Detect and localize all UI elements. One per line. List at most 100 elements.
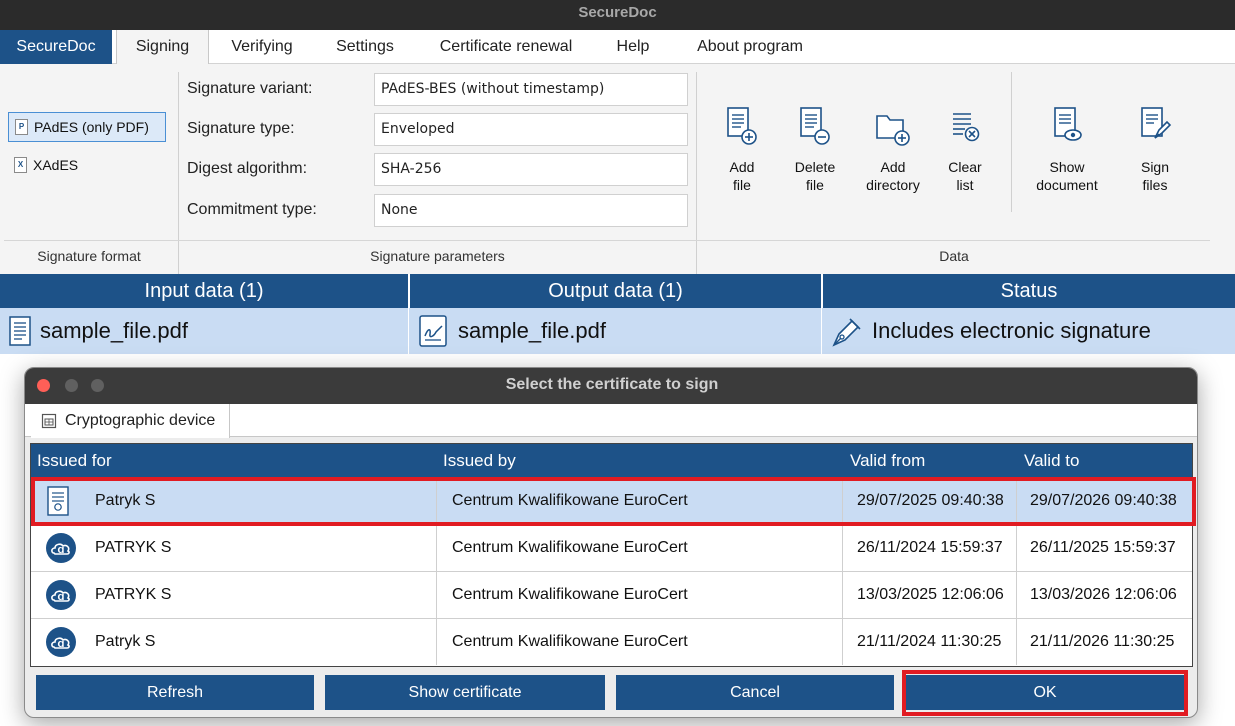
column-divider: [436, 478, 437, 524]
tab-cryptographic-device[interactable]: Cryptographic device: [31, 404, 231, 438]
commitment-type-field[interactable]: None: [374, 194, 688, 227]
ribbon-divider: [4, 240, 1210, 241]
ok-button[interactable]: OK: [906, 675, 1184, 710]
commitment-type-label: Commitment type:: [187, 201, 317, 218]
column-divider: [1016, 572, 1017, 618]
certificate-table: Issued for Issued by Valid from Valid to…: [30, 443, 1196, 667]
certificate-row[interactable]: Ɑ PATRYK S Centrum Kwalifikowane EuroCer…: [31, 524, 1192, 571]
signature-format-group-label: Signature format: [37, 248, 141, 264]
certificate-row[interactable]: Ɑ PATRYK S Centrum Kwalifikowane EuroCer…: [31, 571, 1192, 618]
show-certificate-button[interactable]: Show certificate: [325, 675, 605, 710]
input-file-name: sample_file.pdf: [40, 318, 188, 343]
svg-text:Ɑ: Ɑ: [58, 546, 65, 555]
add-file-button[interactable]: Add file: [718, 104, 766, 194]
valid-from-header[interactable]: Valid from: [850, 444, 925, 477]
input-data-header[interactable]: Input data (1): [0, 274, 408, 308]
signature-type-field[interactable]: Enveloped: [374, 113, 688, 146]
document-icon: [9, 316, 31, 346]
valid-from-cell: 26/11/2024 15:59:37: [857, 539, 1003, 556]
cloud-certificate-icon: Ɑ: [46, 580, 76, 610]
issued-by-header[interactable]: Issued by: [443, 444, 516, 477]
xades-format-button[interactable]: X XAdES: [8, 150, 166, 180]
cancel-button[interactable]: Cancel: [616, 675, 894, 710]
delete-file-label-1: Delete: [794, 159, 836, 175]
tab-securedoc[interactable]: SecureDoc: [0, 30, 112, 64]
tab-about-program[interactable]: About program: [680, 30, 820, 64]
tab-verifying[interactable]: Verifying: [214, 30, 310, 64]
svg-text:Ɑ: Ɑ: [58, 640, 65, 649]
dialog-titlebar: Select the certificate to sign: [25, 368, 1197, 404]
tab-label: Cryptographic device: [65, 412, 216, 429]
certificate-dialog: Select the certificate to sign Cryptogra…: [24, 367, 1198, 718]
show-document-button[interactable]: Show document: [1030, 104, 1104, 194]
certificate-row[interactable]: Patryk S Centrum Kwalifikowane EuroCert …: [31, 477, 1192, 524]
column-divider: [1016, 619, 1017, 665]
tab-signing[interactable]: Signing: [116, 30, 209, 65]
close-window-icon[interactable]: [37, 379, 50, 392]
digest-algorithm-field[interactable]: SHA-256: [374, 153, 688, 186]
issued-for-cell: PATRYK S: [95, 539, 172, 556]
add-file-icon: [727, 107, 757, 145]
add-file-label-1: Add: [729, 159, 755, 175]
issued-for-cell: Patryk S: [95, 633, 156, 650]
window-title: SecureDoc: [578, 4, 657, 21]
tab-settings[interactable]: Settings: [320, 30, 410, 64]
valid-to-header[interactable]: Valid to: [1024, 444, 1079, 477]
output-file-cell: sample_file.pdf: [418, 308, 606, 354]
xml-file-icon: X: [14, 157, 27, 173]
refresh-button[interactable]: Refresh: [36, 675, 314, 710]
menu-bar: SecureDoc Signing Verifying Settings Cer…: [0, 30, 1235, 65]
data-group-label: Data: [939, 248, 969, 264]
tab-certificate-renewal[interactable]: Certificate renewal: [420, 30, 592, 64]
column-divider: [1016, 478, 1017, 524]
column-divider: [842, 619, 843, 665]
input-file-cell: sample_file.pdf: [8, 308, 188, 354]
signed-document-icon: [419, 315, 447, 347]
status-header[interactable]: Status: [823, 274, 1235, 308]
certificate-table-header: Issued for Issued by Valid from Valid to: [31, 444, 1192, 477]
clear-list-label-1: Clear: [948, 159, 982, 175]
cloud-certificate-icon: Ɑ: [46, 533, 76, 563]
smart-card-icon: [41, 413, 57, 429]
minimize-window-icon[interactable]: [65, 379, 78, 392]
valid-from-cell: 29/07/2025 09:40:38: [857, 492, 1004, 509]
zoom-window-icon[interactable]: [91, 379, 104, 392]
sign-files-icon: [1141, 107, 1172, 139]
column-divider: [821, 308, 822, 354]
issued-for-header[interactable]: Issued for: [37, 444, 112, 477]
column-divider: [436, 525, 437, 571]
delete-file-icon: [800, 107, 830, 145]
issued-for-cell: PATRYK S: [95, 586, 172, 603]
column-divider: [436, 619, 437, 665]
show-document-label-1: Show: [1049, 159, 1085, 175]
output-file-name: sample_file.pdf: [458, 318, 606, 343]
pades-format-button[interactable]: P PAdES (only PDF): [8, 112, 166, 142]
add-directory-label-2: directory: [866, 177, 920, 193]
signature-variant-field[interactable]: PAdES-BES (without timestamp): [374, 73, 688, 106]
certificate-document-icon: [47, 486, 69, 516]
clear-list-label-2: list: [956, 177, 974, 193]
delete-file-button[interactable]: Delete file: [790, 104, 840, 194]
sign-files-button[interactable]: Sign files: [1132, 104, 1178, 194]
add-directory-button[interactable]: Add directory: [860, 104, 926, 194]
status-cell: Includes electronic signature: [830, 308, 1151, 354]
pades-format-label: PAdES (only PDF): [34, 119, 149, 135]
issued-by-cell: Centrum Kwalifikowane EuroCert: [452, 633, 688, 650]
certificate-row[interactable]: Ɑ Patryk S Centrum Kwalifikowane EuroCer…: [31, 618, 1192, 665]
signature-type-label: Signature type:: [187, 120, 295, 137]
valid-from-cell: 21/11/2024 11:30:25: [857, 633, 1002, 650]
svg-text:Ɑ: Ɑ: [58, 593, 65, 602]
issued-by-cell: Centrum Kwalifikowane EuroCert: [452, 539, 688, 556]
clear-list-button[interactable]: Clear list: [942, 104, 988, 194]
status-text: Includes electronic signature: [872, 318, 1151, 343]
show-document-label-2: document: [1036, 177, 1098, 193]
add-directory-label-1: Add: [880, 159, 906, 175]
issued-for-cell: Patryk S: [95, 492, 156, 509]
window-titlebar: SecureDoc: [0, 0, 1235, 30]
ribbon: P PAdES (only PDF) X XAdES Signature var…: [0, 64, 1235, 274]
file-table-header: Input data (1) Output data (1) Status: [0, 274, 1235, 308]
tab-help[interactable]: Help: [600, 30, 666, 64]
file-table-row[interactable]: sample_file.pdf sample_file.pdf Includes…: [0, 308, 1235, 354]
output-data-header[interactable]: Output data (1): [410, 274, 821, 308]
column-divider: [1016, 525, 1017, 571]
